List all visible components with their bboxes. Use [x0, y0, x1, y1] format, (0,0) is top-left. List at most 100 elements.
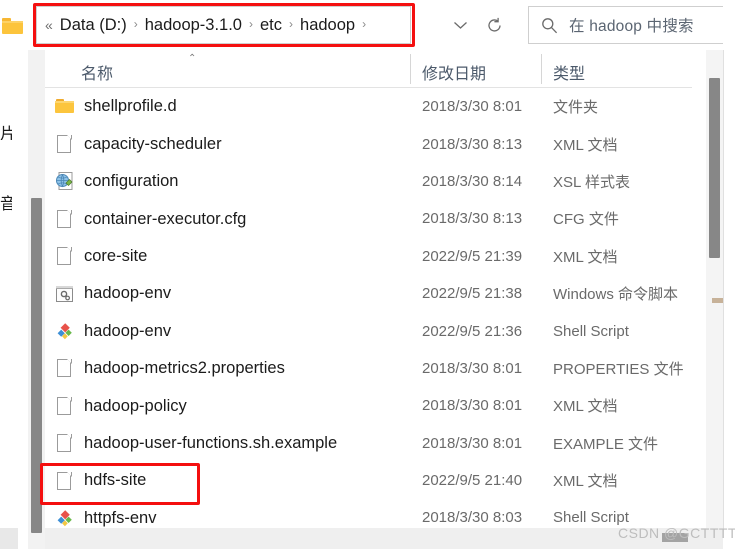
scrollbar-thumb[interactable] [31, 198, 42, 533]
column-header-row: 名称 ⌃ 修改日期 类型 [45, 50, 735, 88]
table-row[interactable]: core-site 2022/9/5 21:39 XML 文档 [45, 238, 735, 275]
file-date-modified: 2018/3/30 8:01 [422, 397, 523, 415]
file-type: XML 文档 [553, 248, 618, 266]
refresh-icon [486, 17, 503, 34]
table-row[interactable]: capacity-scheduler 2018/3/30 8:13 XML 文档 [45, 125, 735, 162]
column-header-date-modified[interactable]: 修改日期 [422, 60, 486, 84]
document-icon [55, 246, 75, 266]
file-name-cell[interactable]: configuration [55, 163, 178, 200]
file-type: PROPERTIES 文件 [553, 360, 684, 378]
window-right-edge [723, 0, 735, 549]
file-name-label: hadoop-env [84, 321, 172, 340]
scrollbar-marker [712, 298, 723, 303]
file-name-label: container-executor.cfg [84, 209, 247, 228]
document-icon [55, 134, 75, 154]
panel-border [723, 50, 724, 530]
file-name-cell[interactable]: hadoop-env [55, 275, 171, 312]
file-date-modified: 2018/3/30 8:13 [422, 135, 523, 153]
file-type: EXAMPLE 文件 [553, 435, 659, 453]
file-date-modified: 2018/3/30 8:01 [422, 359, 523, 377]
file-type: XML 文档 [553, 473, 618, 491]
document-icon [55, 396, 75, 416]
breadcrumb-separator-icon[interactable]: › [285, 18, 297, 30]
table-row[interactable]: hadoop-env 2022/9/5 21:38 Windows 命令脚本 [45, 275, 735, 312]
watermark: CSDN @GCTTTTTTT [618, 525, 735, 541]
breadcrumb-separator-icon[interactable]: › [245, 18, 257, 30]
table-row[interactable]: shellprofile.d 2018/3/30 8:01 文件夹 [45, 88, 735, 125]
nav-item-truncated-label[interactable]: 片 [0, 120, 12, 140]
navigation-pane-scrollbar[interactable] [28, 50, 45, 549]
navigation-pane-edge: 片 音 ） [0, 50, 28, 549]
document-icon [55, 358, 75, 378]
file-date-modified: 2022/9/5 21:39 [422, 247, 523, 265]
file-name-cell[interactable]: container-executor.cfg [55, 200, 246, 237]
file-type: CFG 文件 [553, 211, 619, 229]
file-type: XML 文档 [553, 398, 618, 416]
file-name-cell[interactable]: hdfs-site [55, 462, 146, 499]
file-name-label: shellprofile.d [84, 97, 177, 116]
table-row[interactable]: configuration 2018/3/30 8:14 XSL 样式表 [45, 163, 735, 200]
file-name-cell[interactable]: capacity-scheduler [55, 125, 222, 162]
file-date-modified: 2022/9/5 21:36 [422, 322, 523, 340]
column-divider[interactable] [410, 54, 411, 84]
file-list-panel: 名称 ⌃ 修改日期 类型 shellprofile.d 2018/3/30 8:0… [45, 50, 735, 549]
file-type: XML 文档 [553, 136, 618, 154]
search-icon [529, 17, 569, 34]
breadcrumb-item-etc[interactable]: etc [257, 17, 285, 34]
file-name-cell[interactable]: hadoop-user-functions.sh.example [55, 425, 337, 462]
table-row[interactable]: hadoop-metrics2.properties 2018/3/30 8:01… [45, 350, 735, 387]
file-name-label: hadoop-policy [84, 396, 187, 415]
table-row[interactable]: hdfs-site 2022/9/5 21:40 XML 文档 [45, 462, 735, 499]
breadcrumb-separator-icon[interactable]: › [130, 18, 142, 30]
search-box[interactable]: 在 hadoop 中搜索 [528, 6, 724, 44]
file-name-label: hadoop-metrics2.properties [84, 359, 285, 378]
sort-ascending-icon: ⌃ [188, 53, 197, 64]
scrollbar-corner [0, 528, 18, 549]
breadcrumb-separator-icon[interactable]: › [358, 18, 370, 30]
shell-script-icon [55, 321, 75, 341]
file-name-label: hadoop-user-functions.sh.example [84, 433, 338, 452]
column-header-type[interactable]: 类型 [553, 60, 585, 84]
xsl-stylesheet-icon [55, 171, 75, 191]
file-name-label: capacity-scheduler [84, 134, 222, 153]
breadcrumb-item-hadoop[interactable]: hadoop [297, 17, 358, 34]
file-name-label: hdfs-site [84, 471, 147, 490]
file-name-cell[interactable]: core-site [55, 238, 147, 275]
file-date-modified: 2022/9/5 21:40 [422, 472, 523, 490]
nav-item-truncated-label[interactable]: 音 [0, 190, 12, 212]
table-row[interactable]: hadoop-user-functions.sh.example 2018/3/3… [45, 425, 735, 462]
explorer-toolbar: « Data (D:) › hadoop-3.1.0 › etc › hadoo… [0, 0, 735, 50]
breadcrumb-item-hadoop-3-1-0[interactable]: hadoop-3.1.0 [142, 17, 245, 34]
column-header-name[interactable]: 名称 [81, 60, 113, 84]
document-icon [55, 209, 75, 229]
refresh-button[interactable] [478, 10, 510, 40]
file-date-modified: 2018/3/30 8:01 [422, 434, 523, 452]
file-name-label: hadoop-env [84, 284, 172, 303]
table-row[interactable]: hadoop-policy 2018/3/30 8:01 XML 文档 [45, 387, 735, 424]
address-bar[interactable]: « Data (D:) › hadoop-3.1.0 › etc › hadoo… [36, 6, 411, 44]
scrollbar-thumb[interactable] [709, 78, 720, 258]
file-date-modified: 2018/3/30 8:13 [422, 210, 523, 228]
file-name-cell[interactable]: hadoop-policy [55, 387, 187, 424]
table-row[interactable]: hadoop-env 2022/9/5 21:36 Shell Script [45, 312, 735, 349]
file-name-cell[interactable]: hadoop-metrics2.properties [55, 350, 285, 387]
file-date-modified: 2018/3/30 8:14 [422, 172, 523, 190]
search-input[interactable]: 在 hadoop 中搜索 [569, 14, 694, 36]
chevron-down-icon [453, 20, 468, 30]
file-type: 文件夹 [553, 99, 599, 117]
file-date-modified: 2022/9/5 21:38 [422, 285, 523, 303]
file-type: Shell Script [553, 322, 629, 340]
previous-locations-button[interactable] [443, 10, 477, 40]
table-row[interactable]: container-executor.cfg 2018/3/30 8:13 CFG … [45, 200, 735, 237]
file-date-modified: 2018/3/30 8:01 [422, 98, 523, 116]
file-name-cell[interactable]: shellprofile.d [55, 88, 177, 125]
folder-icon [55, 97, 75, 117]
shell-script-icon [55, 508, 75, 528]
breadcrumb-overflow-icon[interactable]: « [43, 18, 57, 32]
file-list-scrollbar[interactable] [706, 50, 723, 530]
file-rows-container: shellprofile.d 2018/3/30 8:01 文件夹 capacity-… [45, 88, 735, 537]
breadcrumb-item-drive[interactable]: Data (D:) [57, 17, 130, 34]
column-divider[interactable] [541, 54, 542, 84]
document-icon [55, 433, 75, 453]
file-name-cell[interactable]: hadoop-env [55, 312, 171, 349]
